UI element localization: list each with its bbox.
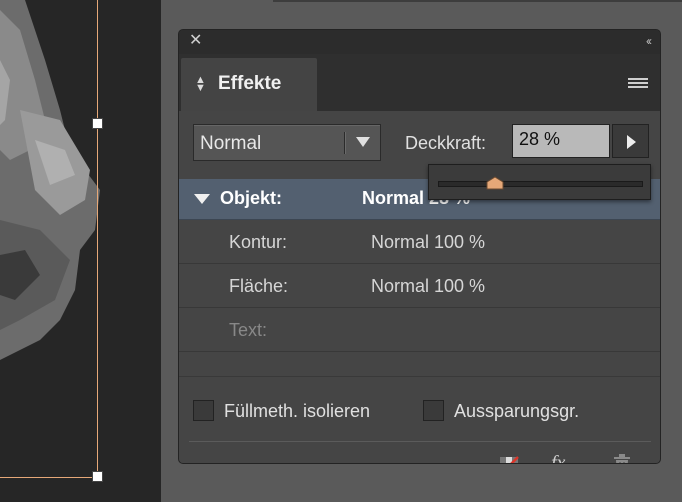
isolate-blending-label: Füllmeth. isolieren bbox=[224, 401, 371, 421]
opacity-slider-popup bbox=[428, 164, 651, 200]
clear-effects-icon[interactable] bbox=[499, 456, 519, 464]
select-divider bbox=[344, 132, 345, 154]
blend-mode-select[interactable]: Normal bbox=[193, 124, 381, 161]
play-arrow-icon bbox=[627, 135, 636, 149]
panel-content: Normal Deckkraft: 28 % Objekt: Normal 28… bbox=[179, 111, 660, 464]
opacity-slider-thumb[interactable] bbox=[486, 176, 504, 190]
target-value: Normal 100 % bbox=[371, 276, 486, 296]
fx-icon[interactable]: fx▾ bbox=[551, 452, 570, 464]
panel-menu-icon[interactable] bbox=[628, 78, 648, 90]
options-row: Füllmeth. isolieren Aussparungsgr. bbox=[179, 376, 660, 437]
effects-target-list: Objekt: Normal 28 % Kontur: Normal 100 %… bbox=[179, 179, 660, 352]
fx-label: fx bbox=[551, 452, 566, 464]
chevron-down-icon[interactable] bbox=[356, 137, 370, 147]
disclosure-triangle-icon[interactable] bbox=[194, 194, 210, 204]
target-label: Fläche: bbox=[229, 276, 289, 296]
panel-titlebar[interactable]: ✕ ‹‹ bbox=[179, 30, 660, 54]
artwork-image bbox=[0, 0, 100, 360]
knockout-group-checkbox[interactable] bbox=[423, 400, 444, 421]
opacity-input[interactable]: 28 % bbox=[512, 124, 610, 158]
selection-handle-bottom[interactable] bbox=[92, 471, 103, 482]
effects-panel: ✕ ‹‹ ▲ ▼ Effekte Normal Deckkraft: 28 % O… bbox=[178, 29, 661, 464]
opacity-slider-track[interactable] bbox=[438, 181, 643, 187]
frame-edge-vertical bbox=[97, 0, 98, 478]
target-label: Kontur: bbox=[229, 232, 288, 252]
top-panel-edge bbox=[273, 0, 682, 2]
target-value: Normal 100 % bbox=[371, 232, 486, 252]
close-icon[interactable]: ✕ bbox=[189, 33, 202, 49]
document-canvas[interactable] bbox=[0, 0, 161, 502]
trash-icon[interactable] bbox=[612, 454, 632, 464]
isolate-blending-checkbox[interactable] bbox=[193, 400, 214, 421]
frame-edge-horizontal bbox=[0, 477, 98, 478]
blend-mode-value: Normal bbox=[200, 133, 262, 154]
target-label: Text: bbox=[229, 320, 268, 340]
knockout-group-label: Aussparungsgr. bbox=[454, 401, 580, 421]
tab-label: Effekte bbox=[218, 73, 282, 94]
collapse-icon[interactable]: ‹‹ bbox=[646, 34, 652, 48]
opacity-label: Deckkraft: bbox=[405, 133, 487, 153]
selection-handle-middle[interactable] bbox=[92, 118, 103, 129]
target-label: Objekt: bbox=[220, 188, 283, 208]
list-item-kontur[interactable]: Kontur: Normal 100 % bbox=[179, 220, 660, 264]
list-item-flaeche[interactable]: Fläche: Normal 100 % bbox=[179, 264, 660, 308]
footer-divider bbox=[189, 441, 651, 442]
panel-tabbar: ▲ ▼ Effekte bbox=[179, 54, 660, 111]
updown-icon[interactable]: ▲ ▼ bbox=[195, 75, 206, 94]
list-item-text[interactable]: Text: bbox=[179, 308, 660, 352]
opacity-slider-button[interactable] bbox=[612, 124, 649, 158]
tab-effekte[interactable]: ▲ ▼ Effekte bbox=[181, 58, 317, 111]
